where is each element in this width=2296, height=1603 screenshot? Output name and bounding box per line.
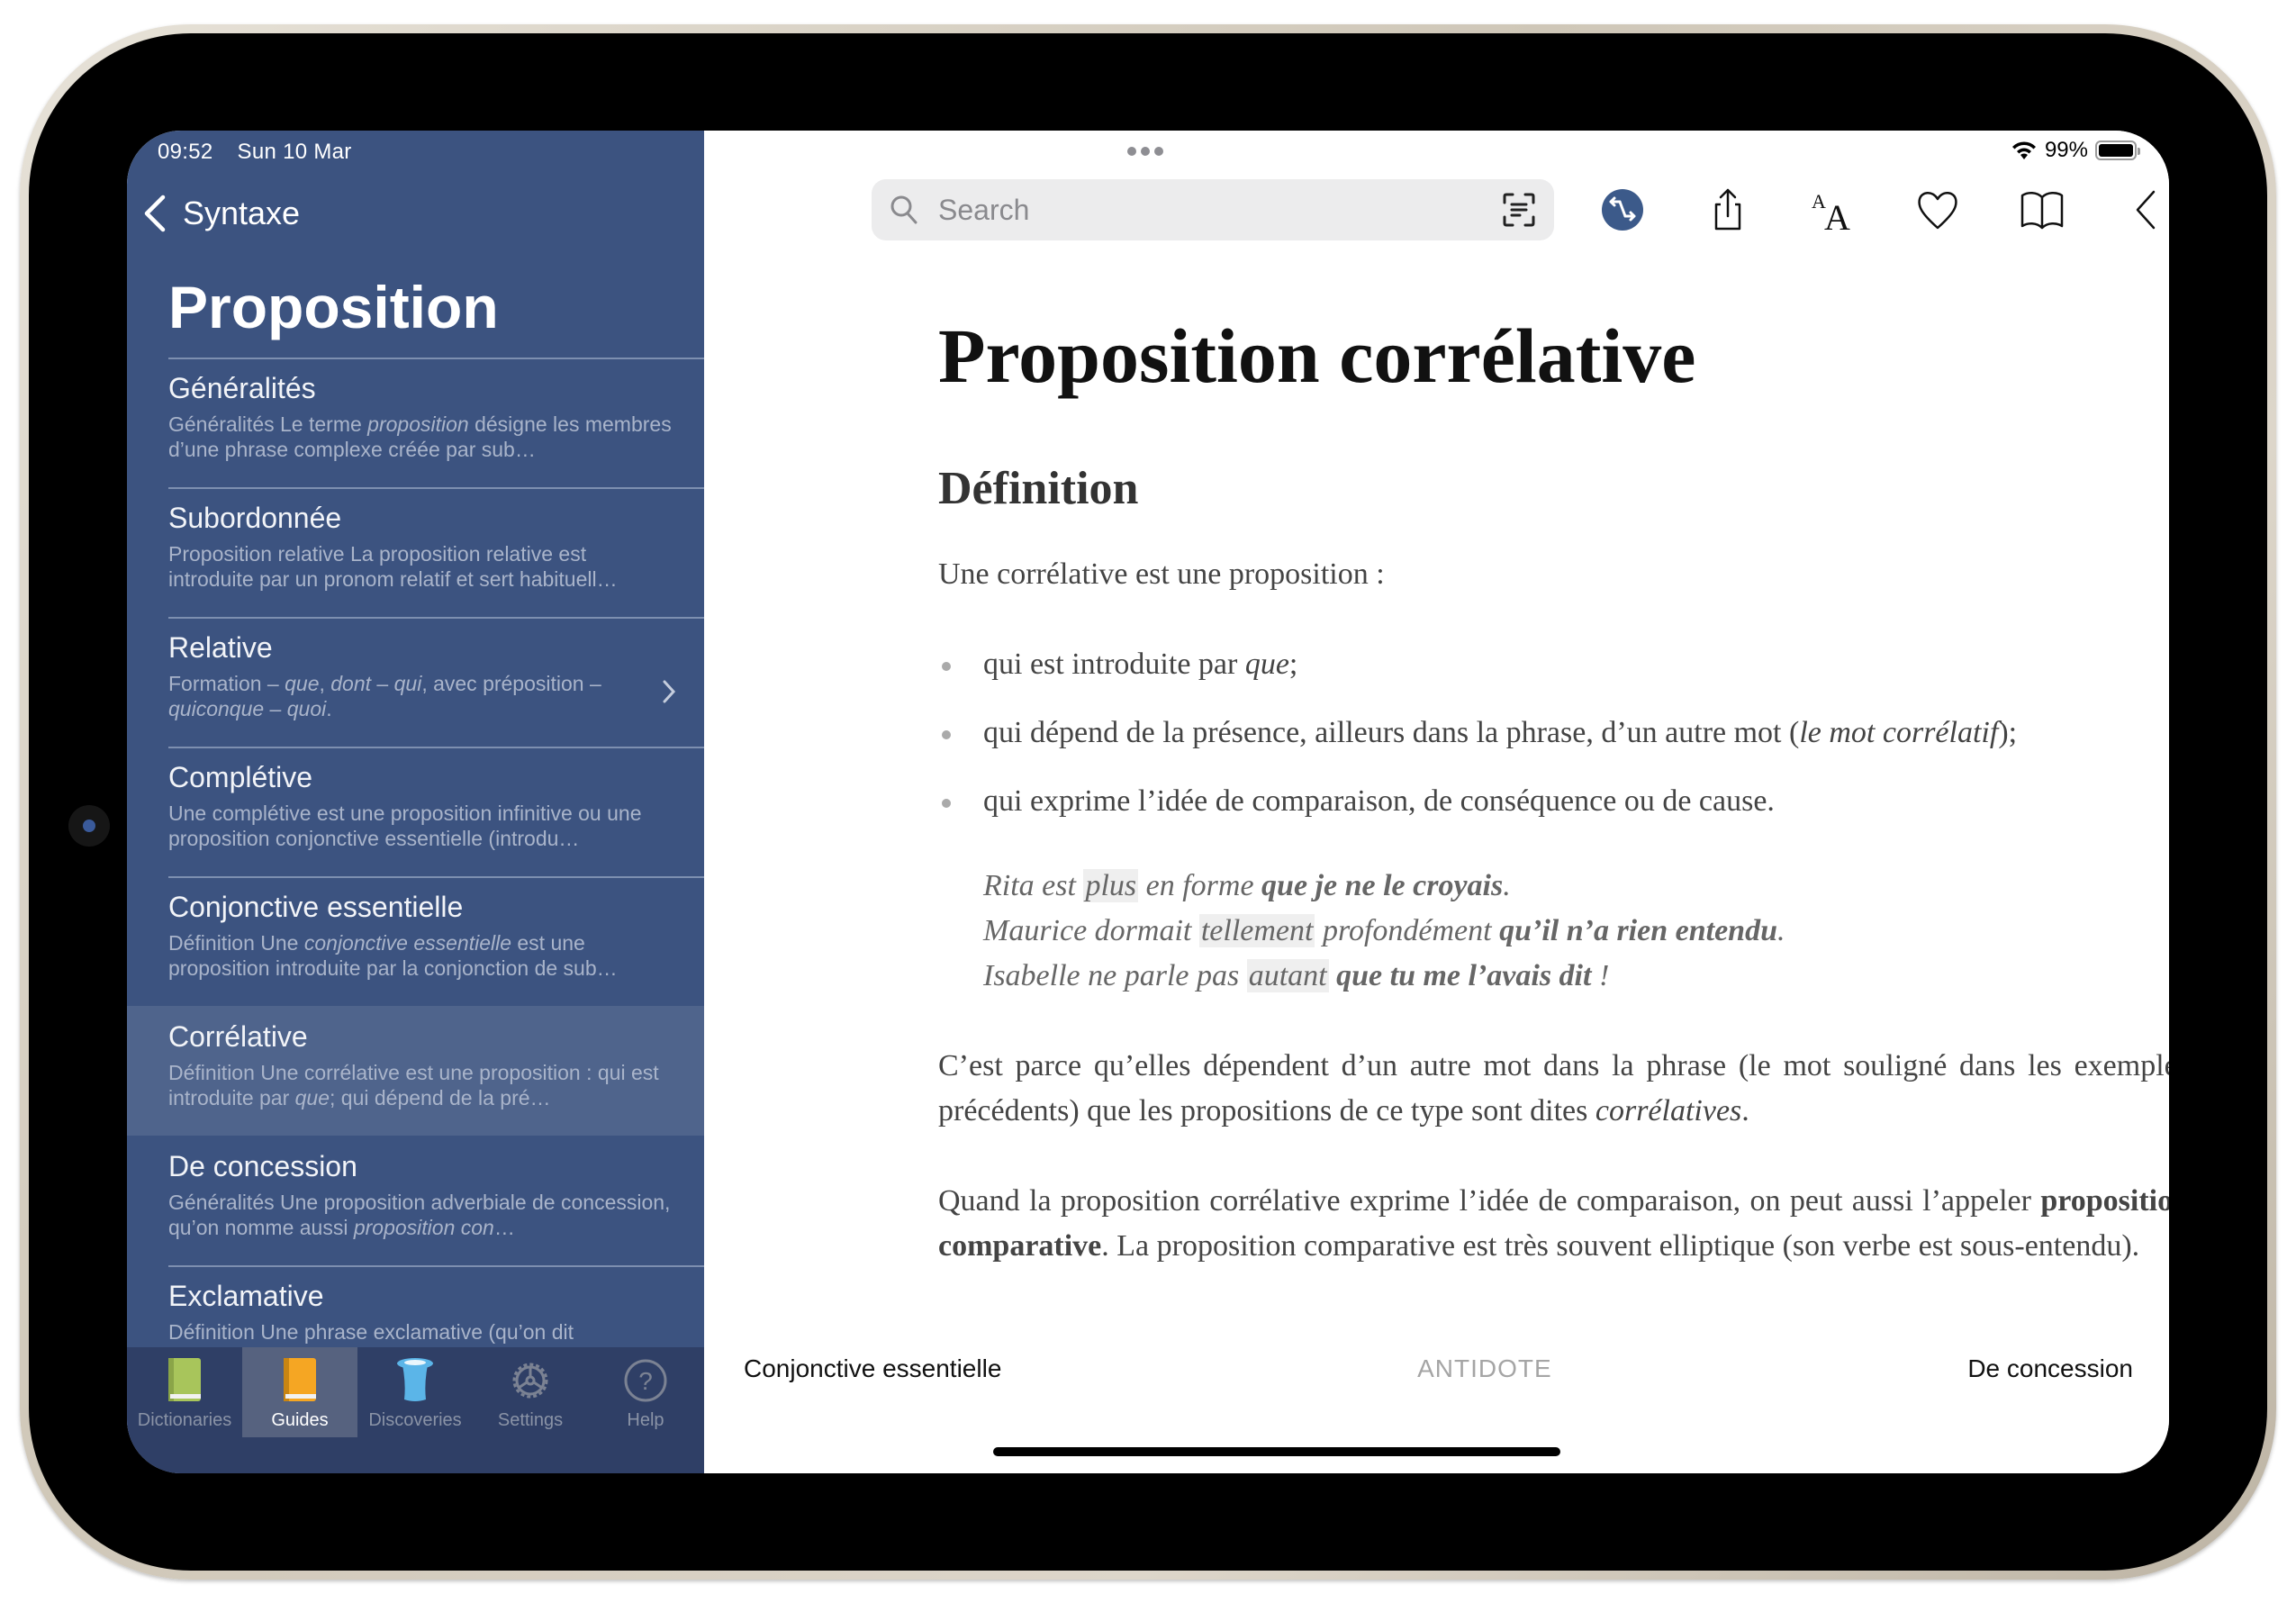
list-item-snippet: Généralités Une proposition adverbiale d… [168, 1191, 671, 1239]
green-book-icon [168, 1358, 201, 1401]
status-bar-left: 09:52 Sun 10 Mar [158, 140, 370, 165]
tab-label: Settings [497, 1410, 564, 1430]
tab-help[interactable]: ? Help [588, 1347, 703, 1437]
back-label: Syntaxe [183, 195, 301, 231]
text-scan-icon[interactable] [1502, 192, 1536, 228]
question-circle-icon: ? [624, 1359, 667, 1402]
status-date: Sun 10 Mar [237, 140, 352, 164]
list-item-title: De concession [168, 1150, 357, 1182]
list-item-title: Exclamative [168, 1280, 324, 1312]
text-size-button[interactable]: A A [1804, 179, 1862, 240]
multitasking-dots[interactable] [1127, 147, 1163, 156]
home-indicator[interactable] [993, 1447, 1560, 1456]
tab-label: Discoveries [368, 1410, 462, 1430]
status-bar-right: 99% [2011, 138, 2140, 163]
list-item-snippet: Généralités Le terme proposition désigne… [168, 412, 672, 461]
section-heading: Définition [938, 463, 1139, 514]
next-article-link[interactable]: De concession [1967, 1354, 2133, 1383]
list-item[interactable]: Subordonnée Proposition relative La propo… [127, 487, 704, 617]
bullet-item: qui exprime l’idée de comparaison, de co… [938, 779, 2169, 824]
search-icon [890, 195, 917, 224]
sidebar: 09:52 Sun 10 Mar Syntaxe Proposition Gén… [127, 131, 704, 1473]
example-sentence: Rita est plus en forme que je ne le croy… [983, 869, 1511, 902]
gear-icon [512, 1363, 548, 1399]
screen: 09:52 Sun 10 Mar Syntaxe Proposition Gén… [127, 131, 2169, 1473]
book-icon [2020, 192, 2064, 230]
list-item-title: Généralités [168, 372, 316, 404]
chevron-right-icon [663, 680, 676, 703]
tab-guides[interactable]: Guides [242, 1347, 357, 1437]
list-item[interactable]: Conjonctive essentielle Définition Une co… [127, 876, 704, 1006]
favorite-heart-icon [1918, 192, 1957, 230]
definition-bullets: qui est introduite par que; qui dépend de… [938, 642, 2169, 824]
search-field[interactable] [872, 179, 1554, 240]
bullet-item: qui dépend de la présence, ailleurs dans… [938, 711, 2169, 756]
list-item-snippet: Proposition relative La proposition rela… [168, 542, 618, 591]
body-paragraphs: C’est parce qu’elles dépendent d’un autr… [938, 1044, 2169, 1269]
tab-discoveries[interactable]: Discoveries [357, 1347, 473, 1437]
list-item[interactable]: De concession Généralités Une proposition… [127, 1136, 704, 1265]
list-item-snippet: Définition Une phrase exclamative (qu’on… [168, 1320, 574, 1344]
svg-text:?: ? [638, 1367, 653, 1395]
article: Proposition corrélative Définition Une c… [938, 311, 2169, 1382]
example-sentence: Maurice dormait tellement profondément q… [983, 914, 1785, 947]
list-item[interactable]: Corrélative Définition Une corrélative es… [127, 1006, 704, 1136]
list-item-title: Corrélative [168, 1020, 308, 1053]
intro-paragraph: Une corrélative est une proposition : [938, 557, 1385, 591]
back-chevron-icon [144, 195, 166, 232]
body-paragraph: Quand la proposition corrélative exprime… [938, 1184, 2169, 1263]
list-item-snippet: Définition Une corrélative est une propo… [168, 1061, 659, 1109]
search-input[interactable] [938, 193, 1493, 227]
list-item-title: Complétive [168, 761, 313, 793]
tab-label: Dictionaries [137, 1410, 232, 1430]
back-button[interactable]: Syntaxe [141, 194, 300, 233]
swap-language-icon [1602, 189, 1643, 231]
bullet-item: qui est introduite par que; [938, 642, 2169, 687]
history-back-button[interactable] [2118, 179, 2169, 240]
body-paragraph: C’est parce qu’elles dépendent d’un autr… [938, 1049, 2169, 1128]
tab-bar: Dictionaries Guides Discoveries Settings? He… [127, 1347, 704, 1473]
bottom-navigation: Conjonctive essentielle ANTIDOTE De conc… [704, 1337, 2169, 1400]
list-item-title: Conjonctive essentielle [168, 891, 464, 923]
favorite-button[interactable] [1909, 179, 1966, 240]
brand-label: ANTIDOTE [1417, 1354, 1552, 1382]
list-item-title: Relative [168, 631, 273, 664]
examples-block: Rita est plus en forme que je ne le croy… [938, 864, 2169, 999]
svg-text:A: A [1824, 197, 1850, 233]
list-item-snippet: Une complétive est une proposition infin… [168, 802, 642, 850]
topic-list: Généralités Généralités Le terme proposit… [127, 358, 704, 1395]
book-button[interactable] [2013, 179, 2071, 240]
article-title: Proposition corrélative [938, 312, 1696, 399]
text-size-icon: A A [1812, 190, 1850, 233]
back-chevron-icon [2136, 190, 2156, 230]
front-camera-icon [68, 805, 110, 847]
sidebar-title: Proposition [168, 274, 499, 340]
main-content: 99% Search A A Proposition corrélative D… [704, 131, 2169, 1473]
list-item[interactable]: Généralités Généralités Le terme proposit… [127, 358, 704, 487]
previous-article-link[interactable]: Conjonctive essentielle [744, 1354, 1001, 1383]
tab-label: Help [627, 1410, 664, 1430]
tab-dictionaries[interactable]: Dictionaries [127, 1347, 242, 1437]
list-item[interactable]: Relative Formation – que, dont – qui, ave… [127, 617, 704, 747]
list-item-title: Subordonnée [168, 502, 342, 534]
tab-label: Guides [271, 1410, 329, 1430]
status-time: 09:52 [158, 140, 213, 164]
list-item-snippet: Formation – que, dont – qui, avec prépos… [168, 672, 601, 720]
top-hat-icon [397, 1358, 433, 1401]
wifi-icon [2011, 141, 2036, 159]
battery-icon [2095, 140, 2140, 160]
example-sentence: Isabelle ne parle pas autant que tu me l… [983, 959, 1610, 992]
swap-language-button[interactable] [1594, 179, 1651, 240]
orange-book-icon [284, 1358, 316, 1401]
list-item-snippet: Définition Une conjonctive essentielle e… [168, 931, 618, 980]
tab-settings[interactable]: Settings [473, 1347, 588, 1437]
battery-percent: 99% [2044, 138, 2088, 162]
share-icon [1714, 188, 1741, 231]
share-button[interactable] [1699, 179, 1757, 240]
list-item[interactable]: Complétive Une complétive est une proposi… [127, 747, 704, 876]
